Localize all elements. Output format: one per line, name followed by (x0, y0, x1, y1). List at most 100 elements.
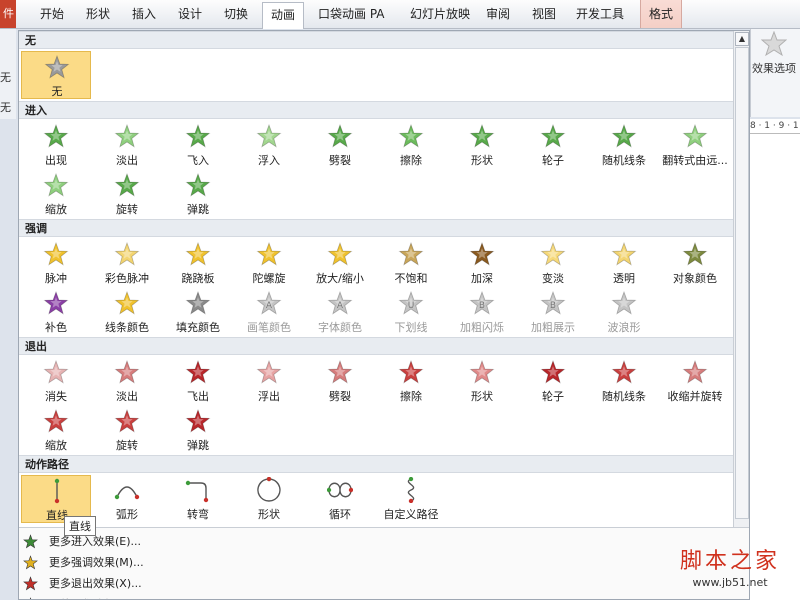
effect-label: 变淡 (542, 272, 564, 285)
animation-effect[interactable]: 形状 (447, 121, 517, 169)
animation-effect[interactable]: 线条颜色 (92, 288, 162, 336)
animation-effect[interactable]: 彩色脉冲 (92, 239, 162, 287)
more-effects-menu-item[interactable]: 更多强调效果(M)... (19, 552, 749, 573)
effect-label: 飞入 (187, 154, 209, 167)
animation-effect[interactable]: 补色 (21, 288, 91, 336)
effect-label: 填充颜色 (176, 321, 220, 334)
ribbon-tab[interactable]: 审阅 (478, 0, 518, 28)
ribbon-tab[interactable]: 格式 (640, 0, 683, 28)
animation-effect[interactable]: 透明 (589, 239, 659, 287)
animation-effect[interactable]: 缩放 (21, 406, 91, 454)
scroll-thumb[interactable] (735, 47, 749, 519)
animation-effect[interactable]: 对象颜色 (660, 239, 730, 287)
animation-effect[interactable]: 随机线条 (589, 357, 659, 405)
file-tab[interactable]: 件 (0, 0, 16, 28)
animation-effect[interactable]: 旋转 (92, 170, 162, 218)
menu-item-label: 其他动作路径(P)... (49, 594, 141, 599)
ribbon-tab[interactable]: 视图 (524, 0, 564, 28)
star-icon (114, 123, 140, 148)
animation-effect[interactable]: 淡出 (92, 357, 162, 405)
animation-effect[interactable]: 脉冲 (21, 239, 91, 287)
animation-effect[interactable]: 劈裂 (305, 357, 375, 405)
effect-label: 线条颜色 (105, 321, 149, 334)
animation-effect[interactable]: 消失 (21, 357, 91, 405)
animation-effect[interactable]: 不饱和 (376, 239, 446, 287)
star-icon (43, 241, 69, 266)
star-icon (540, 359, 566, 384)
animation-effect[interactable]: 浮入 (234, 121, 304, 169)
ribbon-tab[interactable]: 开始 (32, 0, 72, 28)
effect-label: 跷跷板 (181, 272, 215, 285)
animation-effect[interactable]: 飞入 (163, 121, 233, 169)
effect-label: 缩放 (45, 439, 67, 452)
motion-path-icon (327, 482, 353, 498)
effect-label: 旋转 (116, 203, 138, 216)
gallery-scrollbar[interactable]: ▲ (733, 31, 749, 527)
animation-effect[interactable]: 自定义路径 (376, 475, 446, 523)
animation-effect[interactable]: 旋转 (92, 406, 162, 454)
animation-effect[interactable]: 循环 (305, 475, 375, 523)
star-icon (185, 408, 211, 433)
effect-label: 自定义路径 (383, 508, 439, 521)
ribbon-tab[interactable]: 口袋动画 PA (310, 0, 393, 28)
effect-label: 形状 (471, 390, 493, 403)
animation-effect[interactable]: 弹跳 (163, 406, 233, 454)
more-effects-menu-item[interactable]: 更多进入效果(E)... (19, 531, 749, 552)
animation-effect[interactable]: 劈裂 (305, 121, 375, 169)
animation-effect[interactable]: 擦除 (376, 121, 446, 169)
star-icon (682, 123, 708, 148)
animation-effect[interactable]: 擦除 (376, 357, 446, 405)
animation-effect[interactable]: 浮出 (234, 357, 304, 405)
ribbon-tab[interactable]: 幻灯片放映 (402, 0, 478, 28)
star-icon (611, 123, 637, 148)
scroll-up-icon[interactable]: ▲ (735, 32, 749, 46)
animation-effect[interactable]: 轮子 (518, 357, 588, 405)
animation-effect[interactable]: 随机线条 (589, 121, 659, 169)
watermark: 脚本之家 www.jb51.net (662, 548, 798, 598)
ruler: 8 · 1 · 9 · 1 · 10 (750, 119, 800, 134)
animation-effect[interactable]: 收缩并旋转 (660, 357, 730, 405)
tooltip: 直线 (64, 516, 96, 536)
animation-effect[interactable]: 淡出 (92, 121, 162, 169)
effect-label: 浮入 (258, 154, 280, 167)
animation-effect[interactable]: 无 (21, 51, 91, 99)
ribbon-tab[interactable]: 切换 (216, 0, 256, 28)
animation-effect[interactable]: 飞出 (163, 357, 233, 405)
animation-effect[interactable]: 变淡 (518, 239, 588, 287)
ribbon-tab[interactable]: 设计 (170, 0, 210, 28)
animation-effect[interactable]: 转弯 (163, 475, 233, 523)
animation-effect: U 下划线 (376, 288, 446, 336)
ribbon-tab[interactable]: 形状 (78, 0, 118, 28)
animation-effect[interactable]: 形状 (447, 357, 517, 405)
slide-canvas (750, 134, 800, 600)
menu-item-label: 更多退出效果(X)... (49, 577, 142, 590)
animation-effect[interactable]: 陀螺旋 (234, 239, 304, 287)
ribbon-tab[interactable]: 插入 (124, 0, 164, 28)
star-icon (469, 123, 495, 148)
svg-text:B: B (479, 301, 485, 311)
effect-label: 弹跳 (187, 203, 209, 216)
animation-effect[interactable]: 弹跳 (163, 170, 233, 218)
left-pane: 无 无 (0, 29, 16, 119)
star-icon (256, 123, 282, 148)
effects-star-icon (761, 31, 787, 57)
star-icon (540, 241, 566, 266)
animation-effect[interactable]: 出现 (21, 121, 91, 169)
animation-effect[interactable]: 轮子 (518, 121, 588, 169)
ribbon-tab[interactable]: 动画 (262, 2, 305, 29)
animation-effect[interactable]: 加深 (447, 239, 517, 287)
ribbon-tab[interactable]: 开发工具 (568, 0, 632, 28)
animation-effect[interactable]: 翻转式由远... (660, 121, 730, 169)
animation-effect[interactable]: 弧形 (92, 475, 162, 523)
animation-effect[interactable]: 填充颜色 (163, 288, 233, 336)
more-effects-menu-item[interactable]: 更多退出效果(X)... (19, 573, 749, 594)
motion-path-icon (407, 477, 415, 503)
animation-effect[interactable]: 缩放 (21, 170, 91, 218)
animation-effect[interactable]: 跷跷板 (163, 239, 233, 287)
effect-label: 对象颜色 (673, 272, 717, 285)
effects-options-button[interactable]: 效果选项 (752, 60, 796, 76)
motion-path-icon (257, 477, 281, 502)
animation-effect[interactable]: 形状 (234, 475, 304, 523)
animation-effect[interactable]: 放大/缩小 (305, 239, 375, 287)
more-effects-menu-item[interactable]: 其他动作路径(P)... (19, 594, 749, 599)
